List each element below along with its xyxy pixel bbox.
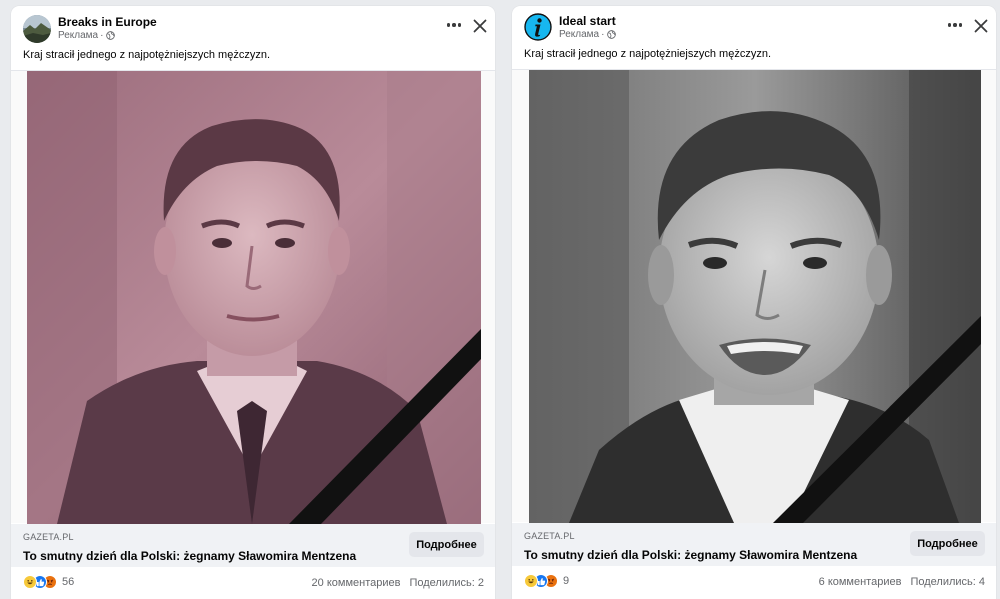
haha-icon (524, 574, 538, 588)
post-meta: Реклама · (58, 30, 116, 41)
portrait-photo[interactable] (27, 71, 481, 524)
post-text: Kraj stracił jednego z najpotężniejszych… (524, 48, 772, 60)
globe-icon (106, 31, 116, 40)
post-footer: 56 20 комментариев Поделились: 2 (11, 567, 495, 599)
link-headline[interactable]: To smutny dzień dla Polski: żegnamy Sław… (23, 549, 356, 563)
link-headline[interactable]: To smutny dzień dla Polski: żegnamy Sław… (524, 548, 857, 562)
post-header: Breaks in Europe Реклама · (11, 6, 495, 48)
shares-count[interactable]: Поделились: 2 (409, 577, 484, 589)
link-preview-bar[interactable]: GAZETA.PL To smutny dzień dla Polski: że… (512, 523, 996, 566)
post-text: Kraj stracił jednego z najpotężniejszych… (23, 49, 271, 61)
reaction-count: 9 (563, 575, 570, 587)
post-header: Ideal start Реклама · (512, 6, 996, 48)
ad-post-card: Breaks in Europe Реклама · Kraj stracił … (11, 6, 495, 599)
comments-count[interactable]: 20 комментариев (312, 577, 401, 589)
close-icon[interactable] (469, 15, 491, 37)
sponsored-label[interactable]: Реклама (58, 30, 98, 41)
more-options-icon[interactable] (443, 14, 465, 36)
link-domain: GAZETA.PL (23, 532, 74, 542)
globe-icon (607, 30, 617, 39)
more-options-icon[interactable] (944, 14, 966, 36)
post-image-container[interactable] (512, 69, 996, 523)
close-icon[interactable] (970, 15, 992, 37)
post-stats: 6 комментариев Поделились: 4 (819, 576, 985, 588)
learn-more-button[interactable]: Подробнее (409, 532, 484, 557)
landscape-avatar-icon[interactable] (23, 15, 51, 43)
learn-more-button[interactable]: Подробнее (910, 531, 985, 556)
info-avatar-icon[interactable] (524, 13, 552, 41)
shares-count[interactable]: Поделились: 4 (910, 576, 985, 588)
reaction-count: 56 (62, 576, 75, 588)
post-stats: 20 комментариев Поделились: 2 (312, 577, 484, 589)
post-author-name[interactable]: Breaks in Europe (58, 15, 157, 29)
post-meta: Реклама · (559, 29, 617, 40)
post-footer: 9 6 комментариев Поделились: 4 (512, 566, 996, 599)
meta-separator: · (100, 30, 104, 41)
post-image-container[interactable] (11, 70, 495, 524)
ad-post-card: Ideal start Реклама · Kraj stracił jedne… (512, 6, 996, 599)
meta-separator: · (601, 29, 605, 40)
comments-count[interactable]: 6 комментариев (819, 576, 902, 588)
post-author-name[interactable]: Ideal start (559, 14, 616, 28)
link-domain: GAZETA.PL (524, 531, 575, 541)
haha-icon (23, 575, 37, 589)
link-preview-bar[interactable]: GAZETA.PL To smutny dzień dla Polski: że… (11, 524, 495, 567)
portrait-photo[interactable] (529, 70, 981, 523)
reaction-summary[interactable]: 9 (524, 574, 569, 588)
sponsored-label[interactable]: Реклама (559, 29, 599, 40)
reaction-summary[interactable]: 56 (23, 575, 74, 589)
